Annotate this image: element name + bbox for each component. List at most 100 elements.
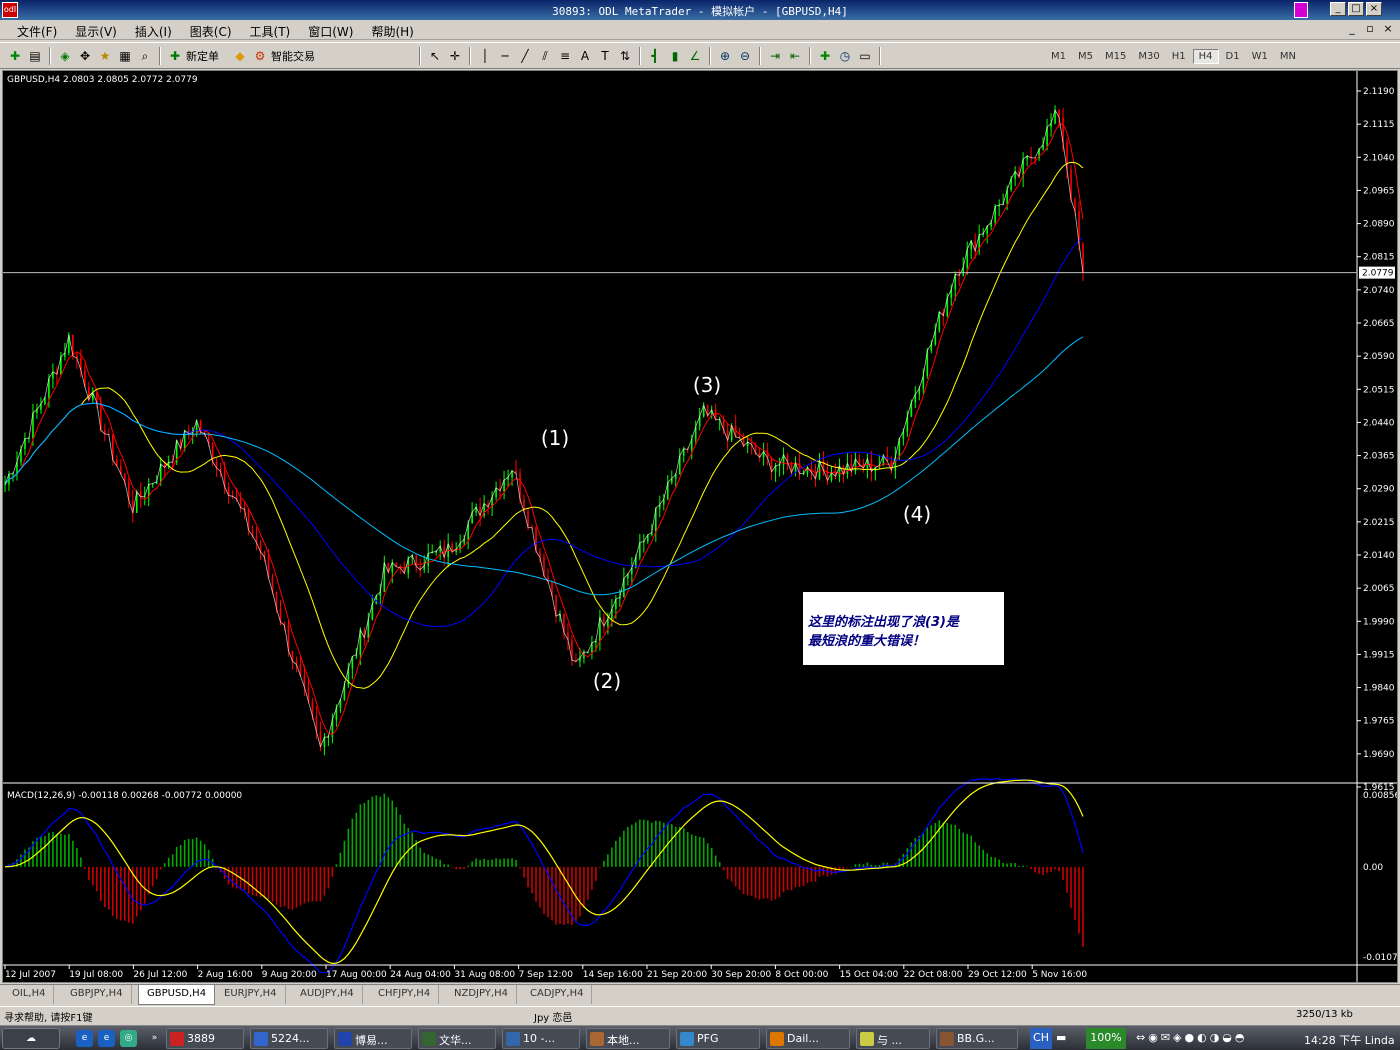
minimize-button[interactable]: _ <box>1330 2 1346 16</box>
keyboard-icon[interactable]: ▬ <box>1056 1028 1066 1049</box>
app-icon <box>590 1032 604 1046</box>
menu-item-3[interactable]: 图表(C) <box>181 22 241 41</box>
timeframe-d1[interactable]: D1 <box>1221 50 1245 63</box>
price-tick-label: 2.0965 <box>1363 186 1395 196</box>
expert-advisors-button[interactable]: 智能交易 <box>271 48 315 64</box>
start-button[interactable]: ☁ <box>2 1028 60 1049</box>
date-tick-label: 12 Jul 2007 <box>5 970 56 980</box>
timeframe-m5[interactable]: M5 <box>1073 50 1098 63</box>
fibonacci-icon[interactable]: ≡ <box>556 47 574 65</box>
taskbar-button[interactable]: 5224... <box>250 1028 328 1049</box>
menu-item-1[interactable]: 显示(V) <box>66 22 126 41</box>
ie-icon[interactable]: e <box>76 1030 93 1047</box>
timeframe-h1[interactable]: H1 <box>1167 50 1191 63</box>
expert-advisor-icon[interactable]: ⚙ <box>251 47 269 65</box>
taskbar-button[interactable]: PFG <box>676 1028 760 1049</box>
mdi-restore-button[interactable]: ▫ <box>1362 21 1378 37</box>
text-icon[interactable]: A <box>576 47 594 65</box>
app-icon <box>770 1032 784 1046</box>
price-tick-label: 2.0440 <box>1363 418 1395 428</box>
crosshair-icon[interactable]: ✛ <box>446 47 464 65</box>
timeframe-w1[interactable]: W1 <box>1247 50 1273 63</box>
taskbar-button[interactable]: Dail... <box>766 1028 850 1049</box>
timeframe-m30[interactable]: M30 <box>1133 50 1164 63</box>
taskbar-button-label: 与 ... <box>877 1034 902 1047</box>
menu-item-6[interactable]: 帮助(H) <box>362 22 422 41</box>
taskbar-button[interactable]: 3889 <box>166 1028 244 1049</box>
taskbar-button[interactable]: 本地... <box>586 1028 670 1049</box>
profiles-icon[interactable]: ▤ <box>26 47 44 65</box>
timeframe-m1[interactable]: M1 <box>1046 50 1071 63</box>
auto-scroll-icon[interactable]: ⇥ <box>766 47 784 65</box>
bar-chart-icon[interactable]: ┫ <box>646 47 664 65</box>
chart-tab[interactable]: AUDJPY,H4 <box>292 985 363 1004</box>
vertical-line-icon[interactable]: │ <box>476 47 494 65</box>
indicators-icon[interactable]: ✚ <box>816 47 834 65</box>
templates-icon[interactable]: ▭ <box>856 47 874 65</box>
price-tick-label: 2.0740 <box>1363 286 1395 296</box>
arrows-icon[interactable]: ⇅ <box>616 47 634 65</box>
ime-indicator[interactable]: CH <box>1030 1028 1052 1049</box>
taskbar-button[interactable]: BB.G... <box>936 1028 1018 1049</box>
chart-shift-icon[interactable]: ⇤ <box>786 47 804 65</box>
quicklaunch-chevron-icon[interactable]: » <box>146 1030 163 1047</box>
tray-app-icon[interactable] <box>1294 2 1308 18</box>
price-chart[interactable]: 2.1190 2.1115 2.1040 2.0965 2.0890 2.0815 2.07… <box>3 71 1400 982</box>
channel-icon[interactable]: ⫽ <box>536 47 554 65</box>
new-chart-icon[interactable]: ✚ <box>6 47 24 65</box>
menu-item-0[interactable]: 文件(F) <box>8 22 66 41</box>
timeframe-mn[interactable]: MN <box>1275 50 1301 63</box>
chart-tab[interactable]: EURJPY,H4 <box>216 985 286 1004</box>
taskbar-button[interactable]: 10 -... <box>502 1028 580 1049</box>
wave-label: (1) <box>541 426 569 450</box>
chart-tab[interactable]: OIL,H4 <box>4 985 55 1004</box>
network-icon[interactable]: ◎ <box>120 1030 137 1047</box>
trendline-icon[interactable]: ╱ <box>516 47 534 65</box>
taskbar-button[interactable]: 文华... <box>418 1028 496 1049</box>
tester-icon[interactable]: ⌕ <box>136 47 154 65</box>
new-order-icon[interactable]: ✚ <box>166 47 184 65</box>
taskbar-button[interactable]: 与 ... <box>856 1028 930 1049</box>
macd-tick-label: 0.00 <box>1363 863 1383 873</box>
market-watch-icon[interactable]: ◈ <box>56 47 74 65</box>
close-button[interactable]: × <box>1366 2 1382 16</box>
chart-tab[interactable]: GBPJPY,H4 <box>62 985 132 1004</box>
chart-tab[interactable]: CADJPY,H4 <box>522 985 593 1004</box>
taskbar-button-label: 本地... <box>607 1034 640 1047</box>
warning-icon[interactable]: ◆ <box>231 47 249 65</box>
chart-window[interactable]: 2.1190 2.1115 2.1040 2.0965 2.0890 2.0815 2.07… <box>2 70 1400 983</box>
maximize-button[interactable]: □ <box>1348 2 1364 16</box>
new-order-button[interactable]: 新定单 <box>186 48 219 64</box>
label-icon[interactable]: T <box>596 47 614 65</box>
timeframe-m15[interactable]: M15 <box>1100 50 1131 63</box>
periods-icon[interactable]: ◷ <box>836 47 854 65</box>
navigator-icon[interactable]: ✥ <box>76 47 94 65</box>
candlestick-icon[interactable]: ▮ <box>666 47 684 65</box>
price-tick-label: 2.1115 <box>1363 120 1395 130</box>
taskbar-button[interactable]: 博易... <box>334 1028 412 1049</box>
mdi-minimize-button[interactable]: _ <box>1344 21 1360 37</box>
zoom-indicator[interactable]: 100% <box>1086 1028 1126 1049</box>
tray-icons[interactable]: ⇔◉✉◈●◐◑◒◓ <box>1136 1028 1247 1049</box>
menu-item-2[interactable]: 插入(I) <box>126 22 181 41</box>
menu-item-4[interactable]: 工具(T) <box>241 22 300 41</box>
terminal-icon[interactable]: ▦ <box>116 47 134 65</box>
folder-icon[interactable]: ★ <box>96 47 114 65</box>
zoom-in-icon[interactable]: ⊕ <box>716 47 734 65</box>
chart-tab[interactable]: CHFJPY,H4 <box>370 985 440 1004</box>
mdi-close-button[interactable]: × <box>1380 21 1396 37</box>
chart-tab[interactable]: GBPUSD,H4 <box>138 985 216 1005</box>
timeframe-h4[interactable]: H4 <box>1192 48 1219 64</box>
status-bar: 寻求帮助, 请按F1键 Jpy 恋邑 3250/13 kb <box>0 1006 1400 1024</box>
taskbar-button-label: 3889 <box>187 1032 215 1045</box>
cursor-icon[interactable]: ↖ <box>426 47 444 65</box>
zoom-out-icon[interactable]: ⊖ <box>736 47 754 65</box>
horizontal-line-icon[interactable]: ─ <box>496 47 514 65</box>
date-tick-label: 30 Sep 20:00 <box>711 970 771 980</box>
chart-tab[interactable]: NZDJPY,H4 <box>446 985 517 1004</box>
menu-item-5[interactable]: 窗口(W) <box>299 22 362 41</box>
price-tick-label: 2.0215 <box>1363 518 1395 528</box>
price-tick-label: 2.0815 <box>1363 253 1395 263</box>
line-chart-icon[interactable]: ∠ <box>686 47 704 65</box>
browser-icon[interactable]: e <box>98 1030 115 1047</box>
